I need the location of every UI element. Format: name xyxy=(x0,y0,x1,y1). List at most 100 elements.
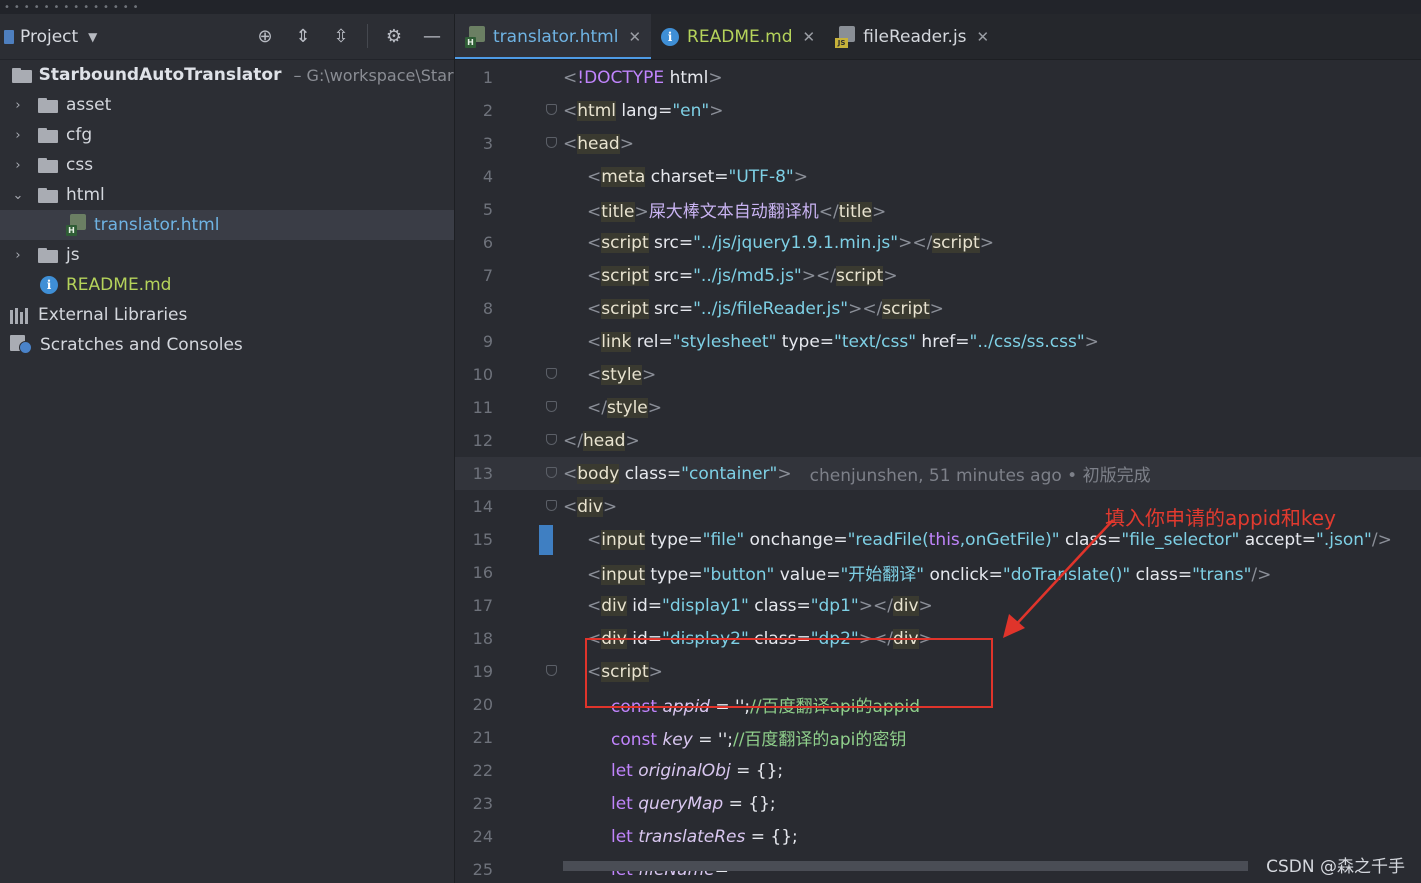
line-number: 17 xyxy=(472,596,493,615)
code-line[interactable]: 1 <!DOCTYPE html> xyxy=(455,61,1421,94)
code-line[interactable]: 6 <script src="../js/jquery1.9.1.min.js">… xyxy=(455,226,1421,259)
root-name: StarboundAutoTranslator xyxy=(38,65,282,85)
code-token: ></ xyxy=(898,232,933,253)
tree-folder-html[interactable]: ⌄ html xyxy=(0,180,454,210)
close-icon[interactable]: ✕ xyxy=(977,28,990,46)
tree-file-translator-html[interactable]: H translator.html xyxy=(0,210,454,240)
tree-folder-js[interactable]: › js xyxy=(0,240,454,270)
line-number: 3 xyxy=(482,134,493,153)
fold-marker-icon[interactable] xyxy=(546,665,557,676)
tree-folder-asset[interactable]: › asset xyxy=(0,90,454,120)
folder-icon xyxy=(38,127,60,143)
gear-icon[interactable]: ⚙ xyxy=(382,24,406,48)
code-line[interactable]: 22 let originalObj = {}; xyxy=(455,754,1421,787)
code-token: 屎大棒文本自动翻译机 xyxy=(648,202,819,222)
folder-label: cfg xyxy=(66,125,93,145)
code-area[interactable]: 1 <!DOCTYPE html> 2 <html lang="en"> 3 <head>… xyxy=(455,61,1421,883)
code-token: > xyxy=(793,166,808,187)
chevron-right-icon[interactable]: › xyxy=(10,128,26,143)
tree-folder-cfg[interactable]: › cfg xyxy=(0,120,454,150)
code-token: input xyxy=(601,529,645,550)
code-line[interactable]: 13 <body class="container"> chenjunshen, 5… xyxy=(455,457,1421,490)
scratches-icon xyxy=(10,335,34,355)
code-token: rel xyxy=(631,331,659,352)
code-line[interactable]: 10 <style> xyxy=(455,358,1421,391)
tree-root[interactable]: StarboundAutoTranslator – G:\workspace\S… xyxy=(0,60,454,90)
code-token: html xyxy=(664,67,709,88)
code-line[interactable]: 21 const key = '';//百度翻译的api的密钥 xyxy=(455,721,1421,754)
code-token: this xyxy=(928,529,960,550)
code-token: onclick xyxy=(924,565,989,585)
close-icon[interactable]: ✕ xyxy=(802,28,815,46)
tree-file-readme[interactable]: i README.md xyxy=(0,270,454,300)
folder-icon xyxy=(38,157,60,173)
code-token: = xyxy=(666,463,682,484)
external-libraries-label: External Libraries xyxy=(38,305,188,325)
code-line[interactable]: 24 let translateRes = {}; xyxy=(455,820,1421,853)
code-line[interactable]: 11 </style> xyxy=(455,391,1421,424)
code-token: > xyxy=(777,463,792,484)
code-token: = xyxy=(688,565,703,585)
code-token: = xyxy=(688,529,703,550)
tree-folder-css[interactable]: › css xyxy=(0,150,454,180)
code-token: "../css/ss.css" xyxy=(969,331,1085,352)
collapse-all-icon[interactable]: ⇳ xyxy=(329,24,353,48)
code-line[interactable]: 16 <input type="button" value="开始翻译" oncl… xyxy=(455,556,1421,589)
code-token: type xyxy=(644,565,689,585)
code-token: = {}; xyxy=(745,826,798,847)
code-token: "container" xyxy=(681,463,778,484)
code-line[interactable]: 9 <link rel="stylesheet" type="text/css" … xyxy=(455,325,1421,358)
fold-marker-icon[interactable] xyxy=(546,467,557,478)
code-line[interactable]: 7 <script src="../js/md5.js"></script> xyxy=(455,259,1421,292)
tree-scratches[interactable]: Scratches and Consoles xyxy=(0,330,454,360)
expand-all-icon[interactable]: ⇕ xyxy=(291,24,315,48)
project-panel-title[interactable]: Project xyxy=(20,27,78,47)
locate-icon[interactable]: ⊕ xyxy=(253,24,277,48)
fold-marker-icon[interactable] xyxy=(546,401,557,412)
fold-marker-icon[interactable] xyxy=(546,104,557,115)
code-line[interactable]: 17 <div id="display1" class="dp1"></div> xyxy=(455,589,1421,622)
tree-external-libraries[interactable]: External Libraries xyxy=(0,300,454,330)
code-text: <html lang="en"> xyxy=(563,100,724,121)
code-line[interactable]: 4 <meta charset="UTF-8"> xyxy=(455,160,1421,193)
chevron-right-icon[interactable]: › xyxy=(10,98,26,113)
code-token: < xyxy=(587,202,602,222)
close-icon[interactable]: ✕ xyxy=(628,28,641,46)
code-token: "text/css" xyxy=(834,331,917,352)
fold-marker-icon[interactable] xyxy=(546,434,557,445)
fold-marker-icon[interactable] xyxy=(546,137,557,148)
code-token: id xyxy=(626,595,648,616)
code-token: > xyxy=(647,397,662,418)
chevron-down-icon[interactable]: ⌄ xyxy=(10,188,26,203)
chevron-right-icon[interactable]: › xyxy=(10,248,26,263)
code-token: = xyxy=(678,298,694,319)
code-token: > xyxy=(709,100,724,121)
code-token: body xyxy=(577,463,620,484)
line-number: 7 xyxy=(482,266,493,285)
code-line[interactable]: 12 </head> xyxy=(455,424,1421,457)
code-token: = xyxy=(819,331,835,352)
code-line[interactable]: 5 <title>屎大棒文本自动翻译机</title> xyxy=(455,193,1421,226)
line-number: 25 xyxy=(472,860,493,879)
code-text: <script src="../js/fileReader.js"></scri… xyxy=(587,298,944,319)
code-text: <div> xyxy=(563,496,617,517)
tab-readme[interactable]: i README.md ✕ xyxy=(651,14,825,59)
line-number: 1 xyxy=(482,68,493,87)
chevron-right-icon[interactable]: › xyxy=(10,158,26,173)
code-line[interactable]: 8 <script src="../js/fileReader.js"></scr… xyxy=(455,292,1421,325)
code-token: script xyxy=(601,232,649,253)
tab-translator-html[interactable]: H translator.html ✕ xyxy=(455,14,652,59)
vcs-change-marker[interactable] xyxy=(539,525,553,555)
code-line[interactable]: 3 <head> xyxy=(455,127,1421,160)
horizontal-scrollbar[interactable] xyxy=(563,861,1248,871)
code-token: meta xyxy=(601,166,646,187)
project-view-icon xyxy=(4,29,14,44)
line-number: 11 xyxy=(472,398,493,417)
fold-marker-icon[interactable] xyxy=(546,368,557,379)
tab-filereader-js[interactable]: JS fileReader.js ✕ xyxy=(825,14,999,59)
chevron-down-icon[interactable]: ▼ xyxy=(88,30,97,44)
fold-marker-icon[interactable] xyxy=(546,500,557,511)
code-line[interactable]: 23 let queryMap = {}; xyxy=(455,787,1421,820)
code-line[interactable]: 2 <html lang="en"> xyxy=(455,94,1421,127)
hide-panel-icon[interactable]: — xyxy=(420,24,444,48)
